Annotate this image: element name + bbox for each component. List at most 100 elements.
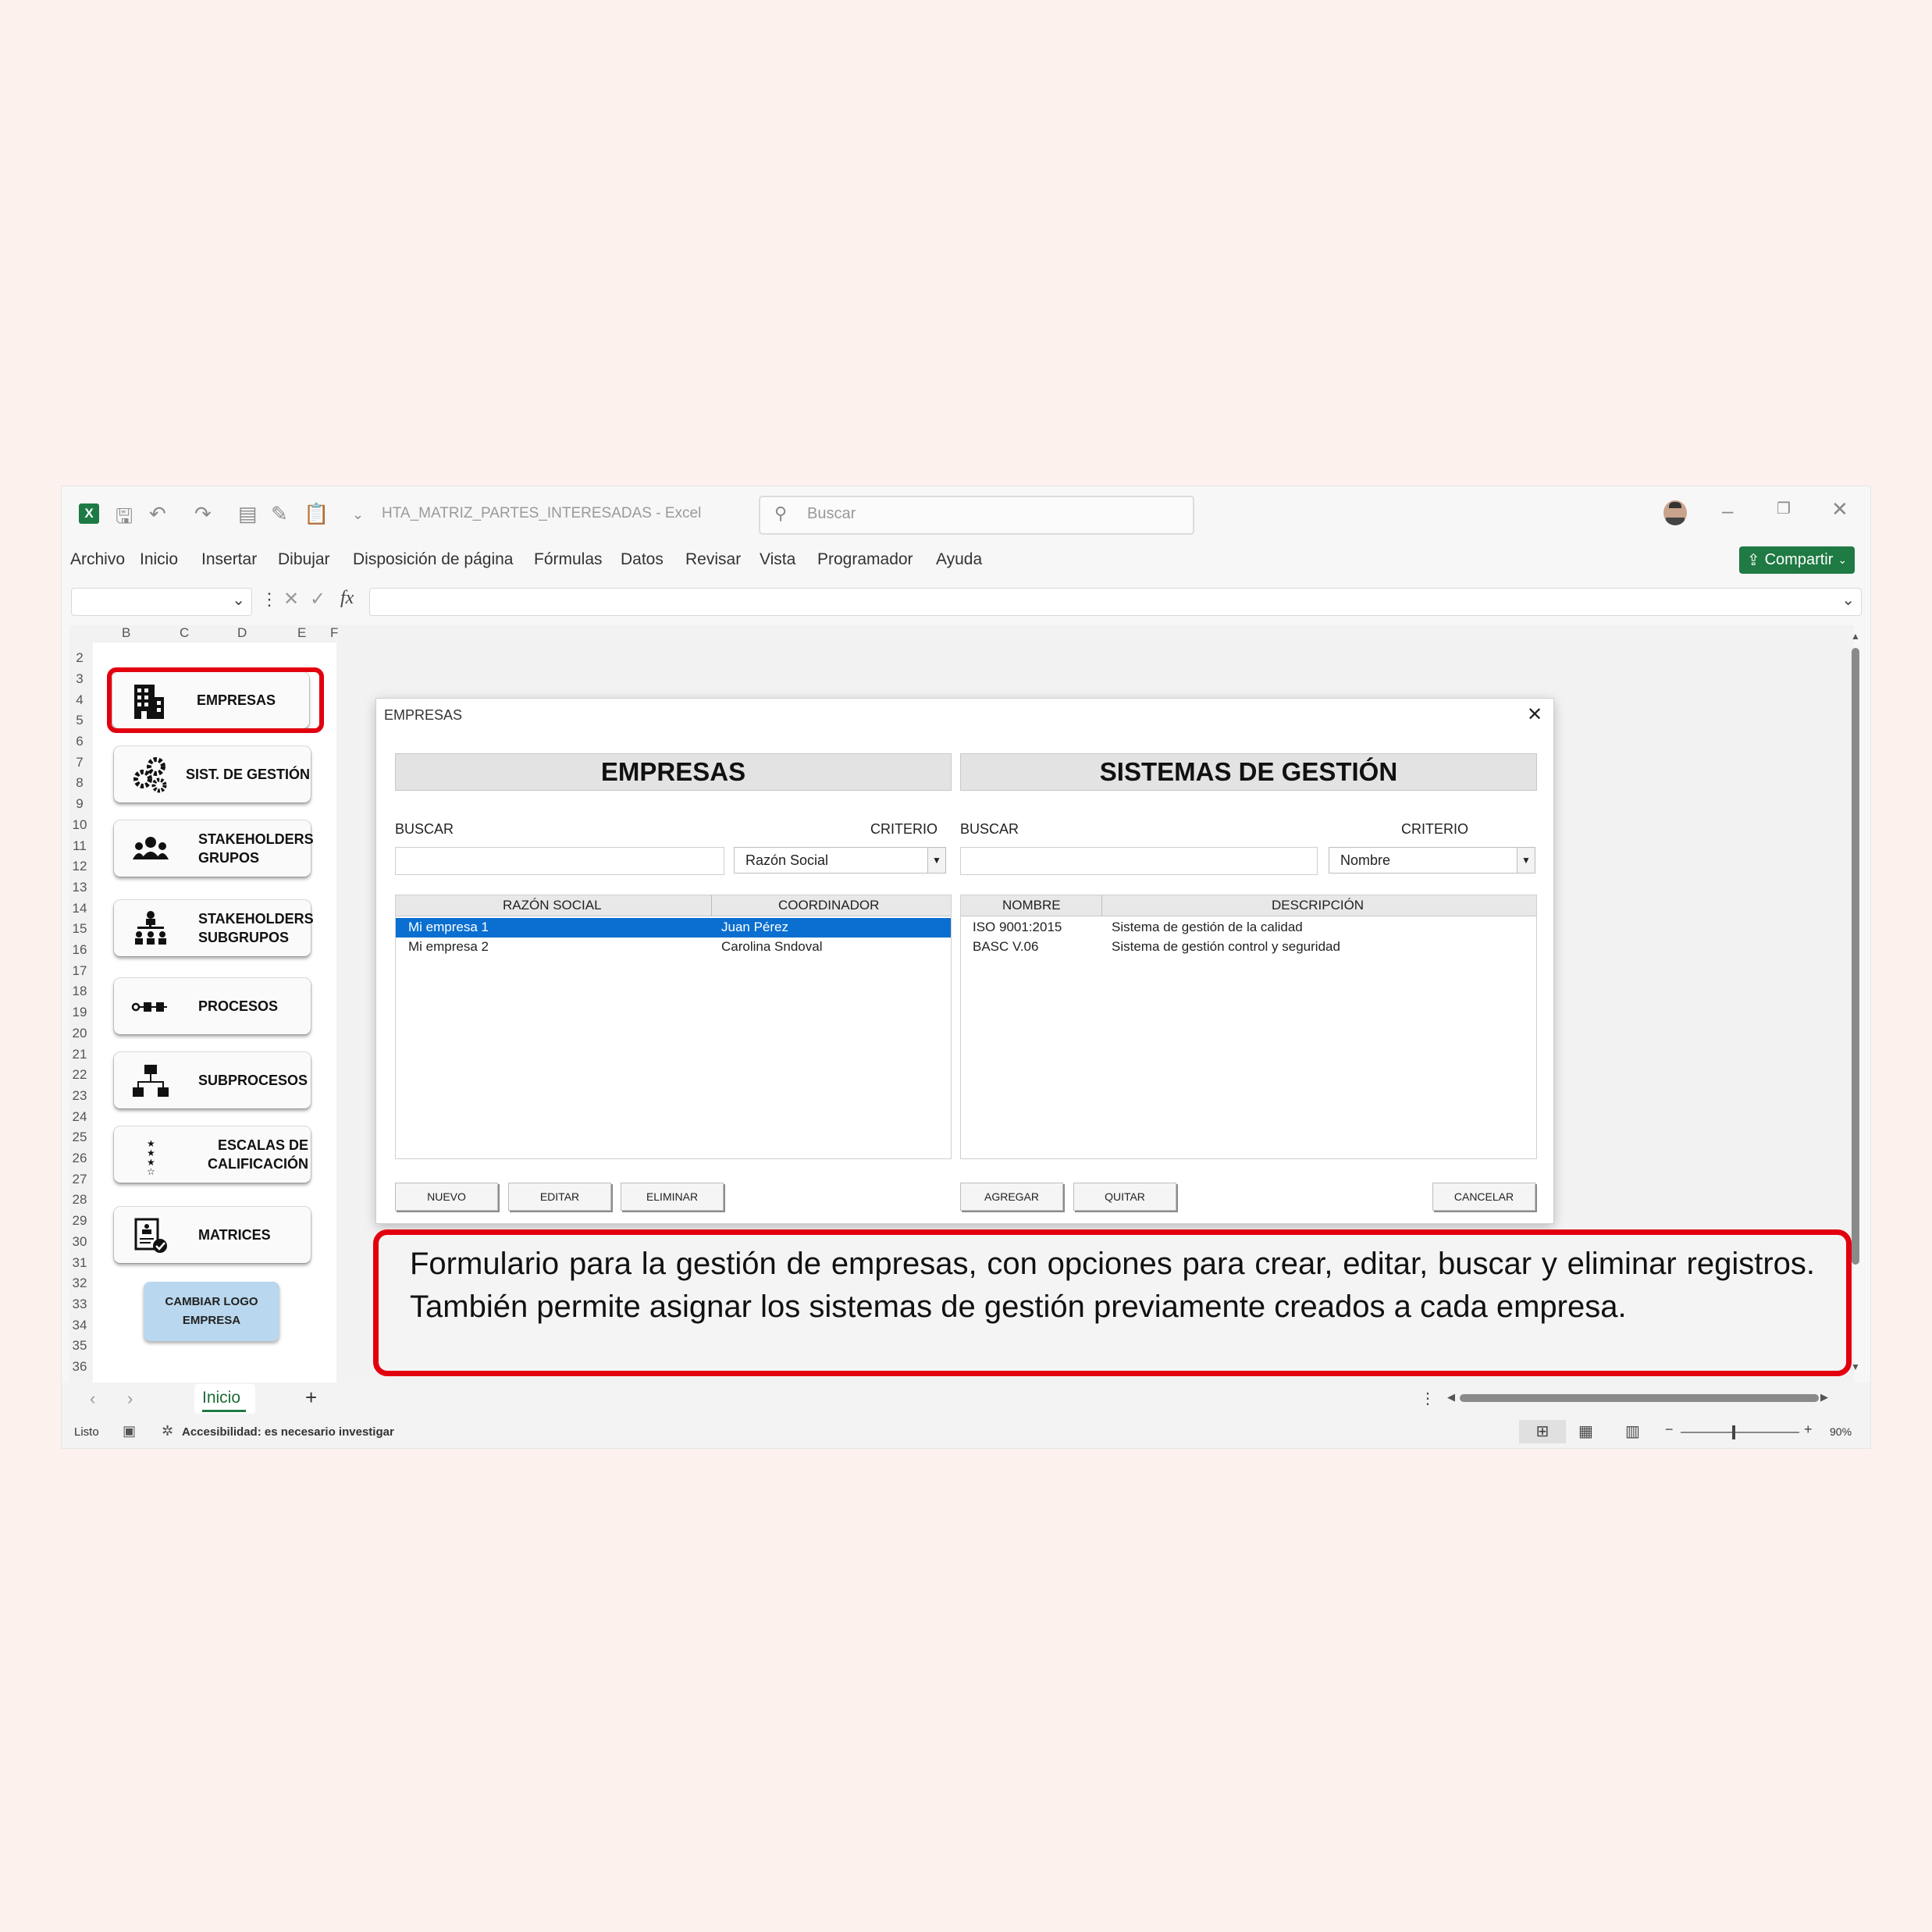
row-header[interactable]: 16 [68,942,91,958]
zoom-in-icon[interactable]: + [1804,1421,1813,1438]
name-box[interactable]: ⌄ [71,588,252,616]
horizontal-scrollbar[interactable]: ◀ ▶ [1447,1390,1830,1406]
row-header[interactable]: 7 [68,755,91,770]
dropdown-arrow-icon[interactable]: ▼ [927,848,945,873]
row-header[interactable]: 19 [68,1005,91,1020]
page-break-icon[interactable]: ▥ [1625,1421,1640,1441]
empresas-criterio-select[interactable]: Razón Social ▼ [734,847,946,873]
column-header-b[interactable]: B [122,625,130,641]
row-header[interactable]: 2 [68,650,91,666]
menu-formulas[interactable]: Fórmulas [534,550,603,569]
row-header[interactable]: 17 [68,963,91,979]
column-descripcion[interactable]: DESCRIPCIÓN [1272,898,1364,913]
empresas-search-input[interactable] [395,847,724,875]
accessibility-status[interactable]: Accesibilidad: es necesario investigar [182,1425,394,1439]
customize-icon[interactable]: ⌄ [352,507,364,523]
list-item[interactable]: Mi empresa 2 Carolina Sndoval [396,938,951,957]
accept-formula-icon[interactable]: ✓ [310,588,326,610]
row-header[interactable]: 20 [68,1026,91,1041]
scroll-thumb[interactable] [1460,1394,1819,1402]
restore-icon[interactable]: ❐ [1777,499,1791,518]
empresas-list[interactable]: RAZÓN SOCIAL COORDINADOR Mi empresa 1 Ju… [395,895,952,1159]
column-header-e[interactable]: E [297,625,306,641]
row-header[interactable]: 24 [68,1109,91,1125]
menu-archivo[interactable]: Archivo [70,550,125,569]
scroll-right-icon[interactable]: ▶ [1820,1391,1828,1404]
zoom-slider[interactable] [1681,1425,1799,1439]
row-header[interactable]: 36 [68,1359,91,1375]
page-layout-icon[interactable]: ▦ [1578,1421,1593,1441]
menu-insertar[interactable]: Insertar [201,550,257,569]
subprocesos-button[interactable]: SUBPROCESOS [114,1052,311,1108]
column-nombre[interactable]: NOMBRE [1002,898,1061,913]
formula-input[interactable]: ⌄ [369,588,1862,616]
accessibility-icon[interactable]: ✲ [162,1423,173,1439]
cancelar-button[interactable]: CANCELAR [1432,1183,1535,1211]
escalas-button[interactable]: ★ ★ ★ ☆ ESCALAS DE CALIFICACIÓN [114,1126,311,1183]
list-item[interactable]: BASC V.06 Sistema de gestión control y s… [961,938,1536,957]
row-header[interactable]: 34 [68,1318,91,1333]
macro-recording-icon[interactable]: ▣ [123,1423,136,1439]
scroll-up-icon[interactable]: ▲ [1851,631,1860,642]
row-header[interactable]: 33 [68,1297,91,1312]
menu-programador[interactable]: Programador [817,550,913,569]
sistemas-search-input[interactable] [960,847,1318,875]
row-header[interactable]: 13 [68,880,91,895]
menu-datos[interactable]: Datos [621,550,664,569]
row-header[interactable]: 3 [68,671,91,687]
minimize-icon[interactable]: – [1722,499,1733,523]
expand-formula-icon[interactable]: ⌄ [1841,590,1855,610]
row-header[interactable]: 14 [68,901,91,916]
zoom-thumb[interactable] [1732,1425,1735,1439]
sist-gestion-button[interactable]: SIST. DE GESTIÓN [114,746,311,802]
row-header[interactable]: 31 [68,1255,91,1271]
row-header[interactable]: 26 [68,1151,91,1166]
row-header[interactable]: 28 [68,1192,91,1208]
more-options-icon[interactable]: ⋮ [1420,1389,1436,1408]
paste-icon[interactable]: 📋 [304,502,329,526]
cancel-formula-icon[interactable]: ✕ [283,588,299,610]
change-logo-button[interactable]: CAMBIAR LOGO EMPRESA [144,1282,279,1341]
row-header[interactable]: 18 [68,984,91,999]
next-sheet-icon[interactable]: › [127,1389,133,1409]
agregar-button[interactable]: AGREGAR [960,1183,1063,1211]
search-box[interactable]: ⚲ Buscar [759,496,1194,535]
zoom-level[interactable]: 90% [1830,1425,1852,1438]
editar-button[interactable]: EDITAR [508,1183,611,1211]
tab-inicio[interactable]: Inicio [194,1384,255,1414]
dropdown-arrow-icon[interactable]: ▼ [1517,848,1535,873]
row-header[interactable]: 6 [68,734,91,749]
row-header[interactable]: 30 [68,1234,91,1250]
row-header[interactable]: 25 [68,1130,91,1145]
prev-sheet-icon[interactable]: ‹ [90,1389,95,1409]
row-header[interactable]: 11 [68,838,91,854]
row-header[interactable]: 8 [68,775,91,791]
menu-disposicion[interactable]: Disposición de página [353,550,513,569]
quitar-button[interactable]: QUITAR [1073,1183,1176,1211]
matrices-button[interactable]: MATRICES [114,1207,311,1263]
row-header[interactable]: 29 [68,1213,91,1229]
row-header[interactable]: 32 [68,1276,91,1291]
undo-icon[interactable]: ↶ [149,502,166,526]
list-item[interactable]: Mi empresa 1 Juan Pérez [396,918,951,938]
function-icon[interactable]: fx [340,588,354,609]
column-header-d[interactable]: D [237,625,247,641]
menu-dibujar[interactable]: Dibujar [278,550,330,569]
menu-ayuda[interactable]: Ayuda [936,550,982,569]
zoom-out-icon[interactable]: − [1665,1421,1674,1438]
select-all-corner[interactable] [73,627,94,641]
row-header[interactable]: 35 [68,1338,91,1354]
row-header[interactable]: 9 [68,796,91,812]
list-item[interactable]: ISO 9001:2015 Sistema de gestión de la c… [961,918,1536,938]
column-razon-social[interactable]: RAZÓN SOCIAL [503,898,602,913]
close-icon[interactable]: ✕ [1527,703,1542,726]
eliminar-button[interactable]: ELIMINAR [621,1183,724,1211]
form-icon[interactable]: ▤ [238,502,258,526]
sistemas-criterio-select[interactable]: Nombre ▼ [1329,847,1535,873]
nuevo-button[interactable]: NUEVO [395,1183,498,1211]
normal-view-icon[interactable]: ⊞ [1519,1420,1566,1443]
row-header[interactable]: 5 [68,713,91,728]
menu-vista[interactable]: Vista [760,550,795,569]
stakeholders-grupos-button[interactable]: STAKEHOLDERS GRUPOS [114,820,314,877]
row-header[interactable]: 10 [68,817,91,833]
